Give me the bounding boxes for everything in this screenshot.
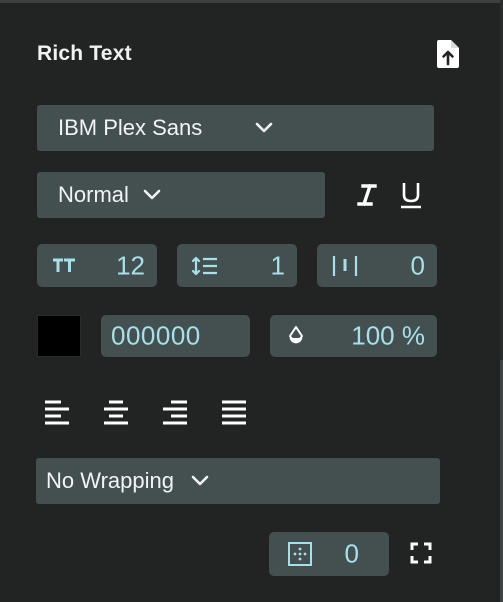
- font-style-select[interactable]: Normal: [37, 172, 325, 218]
- line-height-icon: [191, 256, 217, 275]
- align-center-icon: [104, 400, 128, 425]
- opacity-value: 100 %: [351, 320, 425, 351]
- underline-icon: [401, 183, 421, 209]
- opacity-drop-icon: [289, 326, 303, 344]
- expand-icon: [410, 542, 432, 564]
- wrapping-value: No Wrapping: [46, 468, 174, 493]
- export-button[interactable]: [433, 38, 463, 70]
- top-divider: [0, 0, 503, 3]
- font-size-field[interactable]: 12: [37, 244, 157, 287]
- expand-button[interactable]: [409, 541, 433, 565]
- align-justify-icon: [222, 400, 246, 425]
- hex-color-value: 000000: [111, 320, 201, 351]
- align-left-button[interactable]: [43, 399, 71, 425]
- letter-spacing-icon: [332, 255, 358, 276]
- file-export-icon: [437, 40, 459, 68]
- italic-button[interactable]: [356, 182, 378, 208]
- font-family-select[interactable]: IBM Plex Sans: [37, 105, 434, 151]
- panel-title: Rich Text: [37, 42, 132, 65]
- rich-text-panel: Rich Text IBM Plex Sans Normal 12 1 0 00…: [0, 0, 503, 602]
- letter-spacing-field[interactable]: 0: [317, 244, 437, 287]
- line-height-field[interactable]: 1: [177, 244, 297, 287]
- padding-field[interactable]: 0: [269, 532, 389, 576]
- font-size-value: 12: [116, 250, 145, 280]
- chevron-down-icon: [191, 475, 209, 486]
- line-height-value: 1: [270, 250, 285, 280]
- align-center-button[interactable]: [102, 399, 130, 425]
- align-right-icon: [163, 400, 187, 425]
- align-right-button[interactable]: [161, 399, 189, 425]
- font-size-icon: [53, 258, 75, 272]
- wrapping-select[interactable]: No Wrapping: [36, 458, 440, 504]
- chevron-down-icon: [255, 122, 273, 133]
- italic-icon: [357, 183, 377, 207]
- font-style-value: Normal: [58, 182, 129, 207]
- opacity-field[interactable]: 100 %: [270, 315, 437, 357]
- hex-color-field[interactable]: 000000: [101, 315, 250, 357]
- padding-value: 0: [344, 538, 359, 569]
- color-swatch[interactable]: [37, 315, 81, 357]
- align-justify-button[interactable]: [220, 399, 248, 425]
- align-left-icon: [45, 400, 69, 425]
- letter-spacing-value: 0: [410, 250, 425, 280]
- underline-button[interactable]: [399, 180, 423, 210]
- font-family-value: IBM Plex Sans: [58, 115, 203, 140]
- chevron-down-icon: [143, 189, 161, 200]
- padding-icon: [288, 542, 312, 566]
